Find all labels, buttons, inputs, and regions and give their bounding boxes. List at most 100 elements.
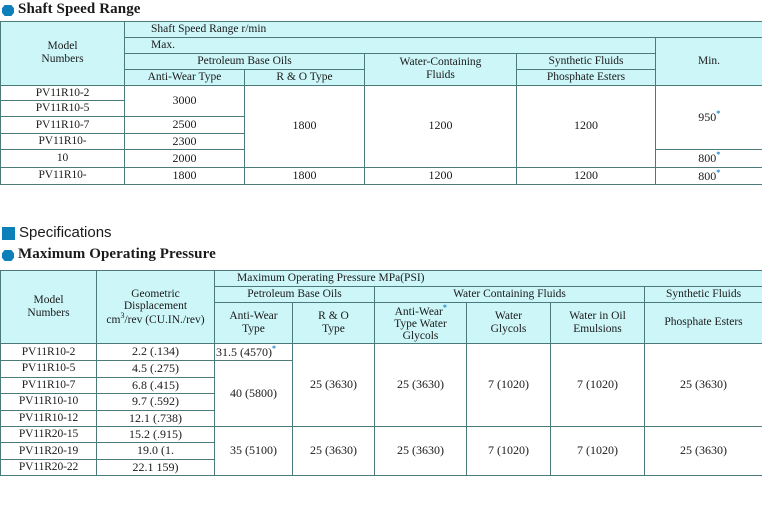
table2-displacement: 19.0 (1.	[96, 442, 215, 460]
ro-line2: Type	[322, 322, 345, 335]
table2-wg-value: 7 (1020)	[466, 425, 551, 477]
table1-synthetic-group-header: Synthetic Fluids	[516, 52, 656, 70]
specifications-title: Specifications	[19, 224, 112, 241]
table2-water-in-oil-subheader: Water in Oil Emulsions	[550, 301, 645, 344]
table1-model-numbers-header: Model Numbers	[0, 21, 125, 86]
model-label-line1: Model	[47, 40, 78, 53]
table2-header-row-title: Model Numbers Geometric Displacement cm3…	[0, 270, 762, 344]
table2-petroleum-group-header: Petroleum Base Oils	[214, 285, 375, 303]
square-bullet-icon	[2, 227, 15, 240]
model-label-line1: Model	[33, 294, 64, 306]
table2-phosphate-subheader: Phosphate Esters	[643, 301, 762, 344]
water-containing-line1: Water-Containing	[399, 56, 482, 69]
table1-phosphate-subheader: Phosphate Esters	[516, 68, 656, 86]
table1-max-label: Max.	[124, 36, 656, 54]
awwg-line1: Anti-Wear*	[377, 302, 464, 318]
table2-model: PV11R10-7	[0, 376, 97, 395]
table2-displacement: 9.7 (.592)	[96, 393, 215, 411]
geo-line3: cm3/rev (CU.IN./rev)	[99, 311, 212, 326]
table1-model: 10	[0, 149, 125, 168]
footnote-marker-icon: *	[272, 343, 276, 353]
table1-title-cell: Shaft Speed Range r/min	[123, 21, 762, 38]
table1-model: PV11R10-2	[0, 84, 125, 102]
table2-antiwear-value-rest: 40 (5800)	[214, 360, 293, 427]
table2-model: PV11R10-10	[0, 393, 97, 411]
table1-antiwear-value: 2500	[124, 116, 245, 134]
wio-line1: Water in Oil	[569, 309, 626, 322]
footnote-marker-icon: *	[716, 109, 720, 119]
table1-min-value-b: 800*	[654, 149, 762, 168]
wg-line1: Water	[494, 309, 523, 322]
geo-unit-post: /rev (CU.IN./rev)	[124, 313, 205, 326]
table2-row: PV11R20-15 15.2 (.915) 35 (5100) 25 (363…	[0, 425, 762, 477]
table2-antiwear-subheader: Anti-Wear Type	[214, 301, 293, 344]
table2-displacement: 15.2 (.915)	[96, 425, 215, 444]
max-operating-pressure-table: Model Numbers Geometric Displacement cm3…	[0, 270, 762, 477]
footnote-marker-icon: *	[716, 167, 720, 177]
table2-antiwear-water-glycols-subheader: Anti-Wear* Type Water Glycols	[374, 301, 467, 344]
table2-phosphate-value: 25 (3630)	[643, 342, 762, 427]
antiwear-top-number: 31.5 (4570)	[216, 344, 272, 359]
awwg-line1-text: Anti-Wear	[394, 305, 443, 318]
table2-antiwear-value-b: 35 (5100)	[214, 425, 293, 477]
table1-antiwear-value: 2300	[124, 132, 245, 151]
table2-model: PV11R10-2	[0, 342, 97, 362]
table1-petroleum-group-header: Petroleum Base Oils	[124, 52, 365, 70]
water-containing-line2: Fluids	[426, 69, 455, 82]
footnote-marker-icon: *	[442, 302, 447, 312]
table2-model: PV11R20-19	[0, 442, 97, 460]
model-label-line2: Numbers	[27, 306, 70, 319]
table2-model: PV11R20-15	[0, 425, 97, 444]
table2-model: PV11R10-5	[0, 360, 97, 378]
table2-row: PV11R10-2 2.2 (.134) 31.5 (4570)* 25 (36…	[0, 342, 762, 427]
table1-antiwear-value: 3000	[124, 84, 245, 118]
geo-line1: Geometric	[131, 287, 180, 300]
table2-phosphate-value: 25 (3630)	[643, 425, 762, 477]
awwg-line2: Type Water	[394, 317, 447, 330]
table1-model: PV11R10-	[0, 132, 125, 151]
table2-ro-subheader: R & O Type	[292, 301, 375, 344]
table2-title-cell: Maximum Operating Pressure MPa(PSI)	[213, 270, 762, 287]
table1-ro-value: 1800	[244, 166, 365, 186]
wio-line2: Emulsions	[573, 322, 622, 335]
shaft-speed-range-heading: Shaft Speed Range	[0, 1, 141, 18]
table1-row-last: PV11R10- 1800 1800 1200 1200 800*	[0, 166, 762, 186]
table1-antiwear-value: 1800	[124, 166, 245, 186]
min-value-b-number: 800	[698, 151, 717, 166]
table2-water-glycols-subheader: Water Glycols	[466, 301, 551, 344]
table1-synthetic-value: 1200	[516, 166, 656, 186]
table1-water-value: 1200	[364, 166, 517, 186]
table1-ro-subheader: R & O Type	[244, 68, 365, 86]
table2-displacement: 12.1 (.738)	[96, 409, 215, 427]
table1-model: PV11R10-5	[0, 100, 125, 118]
table1-min-value-c: 800*	[654, 166, 762, 186]
min-value-c-number: 800	[698, 168, 717, 183]
table2-wio-value: 7 (1020)	[550, 425, 645, 477]
model-label-line2: Numbers	[41, 53, 84, 66]
table2-awwg-value: 25 (3630)	[374, 425, 467, 477]
table2-wg-value: 7 (1020)	[466, 342, 551, 427]
table2-model: PV11R20-22	[0, 458, 97, 477]
table1-min-header: Min.	[654, 36, 762, 86]
table2-ro-value: 25 (3630)	[292, 342, 375, 427]
table2-wio-value: 7 (1020)	[550, 342, 645, 427]
table1-antiwear-subheader: Anti-Wear Type	[124, 68, 245, 86]
table2-displacement: 2.2 (.134)	[96, 342, 215, 362]
antiwear-line2: Type	[242, 322, 265, 335]
table1-water-value: 1200	[364, 84, 517, 168]
table2-antiwear-value-top: 31.5 (4570)*	[214, 342, 293, 362]
max-operating-pressure-table-container: Model Numbers Geometric Displacement cm3…	[0, 270, 762, 477]
shaft-speed-range-table: Model Numbers Shaft Speed Range r/min Ma…	[0, 21, 762, 186]
antiwear-line1: Anti-Wear	[229, 309, 278, 322]
table2-model: PV11R10-12	[0, 409, 97, 427]
table1-ro-value: 1800	[244, 84, 365, 168]
table1-row: PV11R10-2 3000 1800 1200 1200 950*	[0, 84, 762, 168]
table2-geometric-displacement-header: Geometric Displacement cm3/rev (CU.IN./r…	[96, 270, 215, 344]
table1-model: PV11R10-7	[0, 116, 125, 134]
shaft-speed-range-title: Shaft Speed Range	[18, 1, 141, 17]
table2-model-numbers-header: Model Numbers	[0, 270, 97, 344]
awwg-line3: Glycols	[402, 329, 439, 342]
footnote-marker-icon: *	[716, 150, 720, 160]
geo-unit-pre: cm	[106, 313, 121, 326]
max-operating-pressure-heading: Maximum Operating Pressure	[0, 246, 216, 263]
